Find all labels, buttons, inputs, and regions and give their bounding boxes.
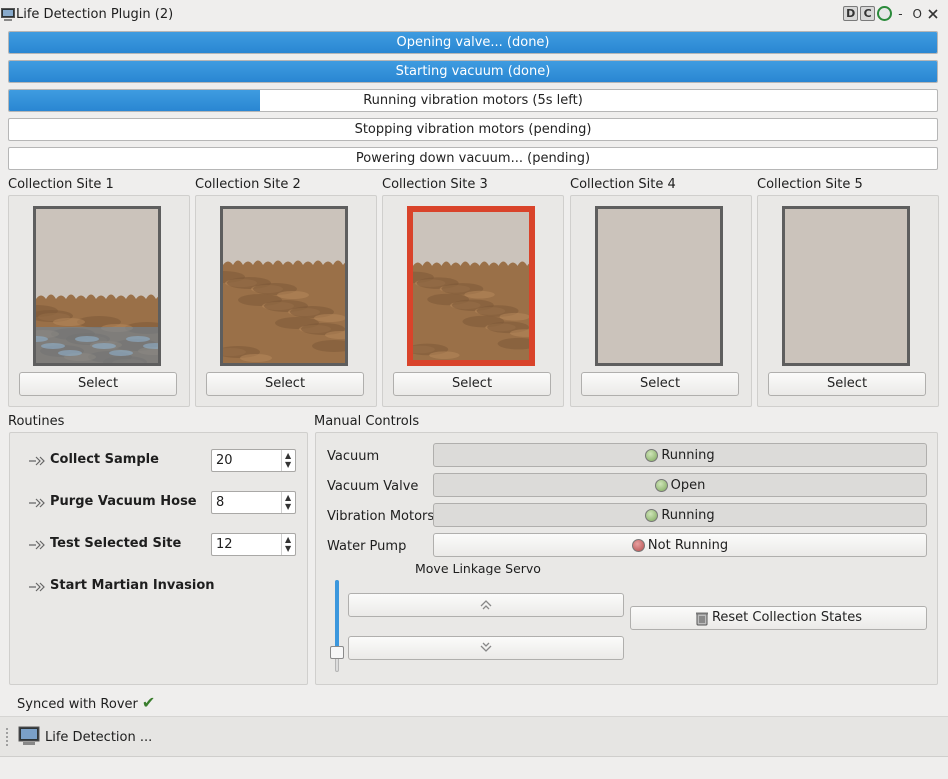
run-arrow-icon (29, 456, 45, 466)
status-led-icon (654, 478, 668, 492)
site-2-select-button[interactable]: Select (206, 372, 364, 396)
vacuum-label: Vacuum (327, 449, 380, 464)
site-1-label: Collection Site 1 (8, 177, 114, 192)
run-arrow-icon (29, 498, 45, 508)
vacuum-valve-label: Vacuum Valve (327, 479, 419, 494)
vacuum-valve-toggle-button[interactable]: Open (433, 473, 927, 497)
status-bar (0, 756, 948, 779)
status-led-icon (631, 538, 645, 552)
spin-up-icon[interactable]: ▲ (285, 494, 291, 502)
reset-collection-states-button[interactable]: Reset Collection States (630, 606, 927, 630)
help-icon[interactable] (877, 6, 893, 21)
routine-label: Test Selected Site (50, 536, 182, 551)
reload-button[interactable]: C (860, 6, 876, 21)
sync-status: Synced with Rover ✔ (17, 693, 155, 712)
site-5-select-button[interactable]: Select (768, 372, 926, 396)
spinbox-value: 8 (216, 495, 225, 510)
trash-icon (695, 612, 708, 625)
progress-vibration-motors: Running vibration motors (5s left) (8, 89, 938, 112)
progress-label: Starting vacuum (done) (395, 64, 551, 79)
purge-vacuum-spinbox[interactable]: 8 ▲ ▼ (211, 491, 296, 514)
servo-down-button[interactable] (348, 636, 624, 660)
status-led-icon (645, 508, 659, 522)
run-arrow-icon (29, 540, 45, 550)
spin-down-icon[interactable]: ▼ (285, 503, 291, 511)
sample-jar-image (407, 206, 535, 366)
progress-label: Stopping vibration motors (pending) (354, 122, 592, 137)
taskbar-label: Life Detection ... (45, 730, 153, 745)
monitor-icon (18, 726, 40, 745)
servo-slider[interactable] (330, 580, 344, 672)
progress-label: Opening valve... (done) (396, 35, 550, 50)
float-button[interactable]: O (909, 7, 926, 21)
dock-button[interactable]: D (843, 6, 859, 21)
title-bar: Life Detection Plugin (2) D C - O (0, 0, 948, 30)
minimize-button[interactable]: - (894, 7, 906, 21)
progress-label: Running vibration motors (5s left) (363, 93, 583, 108)
manual-controls-panel: Vacuum Running Vacuum Valve Open Vibrati… (315, 432, 938, 685)
spin-down-icon[interactable]: ▼ (285, 545, 291, 553)
water-pump-state: Not Running (647, 537, 729, 553)
arrow-up-icon (480, 600, 492, 610)
routines-panel: Collect Sample 20 ▲ ▼ Purge Vacuum Hose 8… (9, 432, 308, 685)
collect-sample-spinbox[interactable]: 20 ▲ ▼ (211, 449, 296, 472)
sample-jar-image (595, 206, 723, 366)
water-pump-label: Water Pump (327, 539, 407, 554)
vibration-motors-toggle-button[interactable]: Running (433, 503, 927, 527)
vacuum-toggle-button[interactable]: Running (433, 443, 927, 467)
progress-starting-vacuum: Starting vacuum (done) (8, 60, 938, 83)
servo-label: Move Linkage Servo (415, 561, 541, 575)
routine-label: Purge Vacuum Hose (50, 494, 197, 509)
progress-stopping-motors: Stopping vibration motors (pending) (8, 118, 938, 141)
reset-label: Reset Collection States (711, 610, 863, 625)
site-3-select-button[interactable]: Select (393, 372, 551, 396)
progress-powering-down: Powering down vacuum... (pending) (8, 147, 938, 170)
site-3-label: Collection Site 3 (382, 177, 488, 192)
run-arrow-icon (29, 582, 45, 592)
manual-controls-title: Manual Controls (314, 414, 420, 429)
site-5-label: Collection Site 5 (757, 177, 863, 192)
site-1-select-button[interactable]: Select (19, 372, 177, 396)
spin-up-icon[interactable]: ▲ (285, 452, 291, 460)
progress-opening-valve: Opening valve... (done) (8, 31, 938, 54)
spin-down-icon[interactable]: ▼ (285, 461, 291, 469)
site-5-panel: Select (757, 195, 939, 407)
slider-fill (335, 580, 339, 653)
site-1-panel: Select (8, 195, 190, 407)
sample-jar-image (220, 206, 348, 366)
site-2-panel: Select (195, 195, 377, 407)
slider-handle[interactable] (330, 645, 344, 659)
servo-up-button[interactable] (348, 593, 624, 617)
sample-jar-image (782, 206, 910, 366)
spin-up-icon[interactable]: ▲ (285, 536, 291, 544)
sample-jar-image (33, 206, 161, 366)
test-site-spinbox[interactable]: 12 ▲ ▼ (211, 533, 296, 556)
window-title: Life Detection Plugin (2) (16, 7, 174, 22)
vibration-motors-label: Vibration Motors (327, 509, 435, 524)
status-led-icon (645, 448, 659, 462)
site-3-panel: Select (382, 195, 564, 407)
spinbox-value: 12 (216, 537, 233, 552)
spinbox-value: 20 (216, 453, 233, 468)
site-4-panel: Select (570, 195, 752, 407)
taskbar: Life Detection ... (0, 716, 948, 756)
arrow-down-icon (480, 642, 492, 652)
site-4-select-button[interactable]: Select (581, 372, 739, 396)
monitor-icon (1, 8, 15, 21)
vacuum-valve-state: Open (670, 477, 706, 493)
sync-status-text: Synced with Rover (17, 697, 138, 712)
routine-label: Start Martian Invasion (50, 578, 215, 593)
drag-grip-icon[interactable] (5, 727, 9, 747)
vacuum-state: Running (661, 447, 715, 463)
site-2-label: Collection Site 2 (195, 177, 301, 192)
site-4-label: Collection Site 4 (570, 177, 676, 192)
close-icon[interactable] (928, 8, 938, 19)
checkmark-icon: ✔ (141, 693, 156, 712)
vibration-motors-state: Running (661, 507, 715, 523)
routines-title: Routines (8, 414, 65, 429)
progress-label: Powering down vacuum... (pending) (355, 151, 591, 166)
routine-label: Collect Sample (50, 452, 159, 467)
water-pump-toggle-button[interactable]: Not Running (433, 533, 927, 557)
